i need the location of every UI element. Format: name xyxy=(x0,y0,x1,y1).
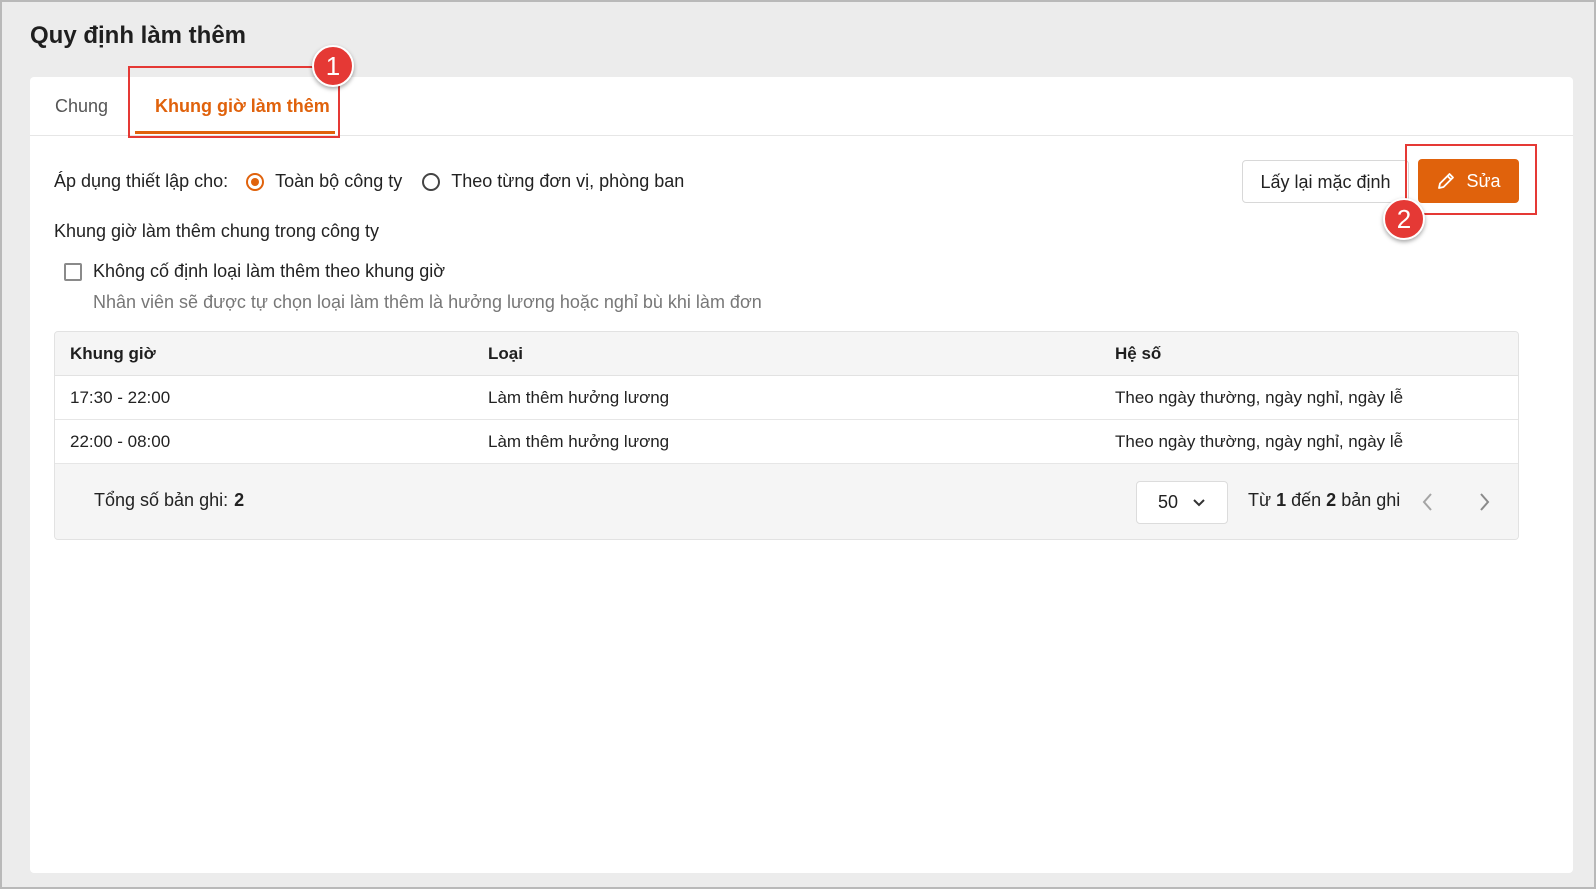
record-range: Từ 1 đến 2 bản ghi xyxy=(1248,490,1400,511)
chevron-right-icon[interactable] xyxy=(1479,492,1491,512)
chevron-left-icon[interactable] xyxy=(1421,492,1433,512)
fixed-type-checkbox-label[interactable]: Không cố định loại làm thêm theo khung g… xyxy=(93,261,445,282)
cell-time-frame: 17:30 - 22:00 xyxy=(70,388,171,407)
overtime-table: Khung giờ Loại Hệ số 17:30 - 22:00 Làm t… xyxy=(54,331,1519,540)
table-row[interactable]: 22:00 - 08:00 Làm thêm hưởng lương Theo … xyxy=(55,420,1518,464)
cell-coefficient: Theo ngày thường, ngày nghỉ, ngày lễ xyxy=(1115,432,1404,451)
section-title: Khung giờ làm thêm chung trong công ty xyxy=(54,221,379,241)
content-card: Chung Khung giờ làm thêm Áp dụng thiết l… xyxy=(30,77,1573,873)
range-mid: đến xyxy=(1291,490,1322,510)
reset-default-button[interactable]: Lấy lại mặc định xyxy=(1242,160,1409,203)
total-records: Tổng số bản ghi: 2 xyxy=(94,490,244,511)
total-records-value: 2 xyxy=(234,490,245,510)
table-header: Khung giờ Loại Hệ số xyxy=(55,332,1518,376)
checkbox-description: Nhân viên sẽ được tự chọn loại làm thêm … xyxy=(93,292,762,312)
cell-coefficient: Theo ngày thường, ngày nghỉ, ngày lễ xyxy=(1115,388,1404,407)
range-suffix: bản ghi xyxy=(1341,490,1401,510)
range-prefix: Từ xyxy=(1248,490,1272,510)
chevron-down-icon xyxy=(1193,498,1205,506)
apply-setting-row: Áp dụng thiết lập cho: Toàn bộ công ty T… xyxy=(54,171,704,192)
fixed-type-checkbox[interactable] xyxy=(64,262,82,281)
column-header-coefficient: Hệ số xyxy=(1115,344,1162,363)
page-title: Quy định làm thêm xyxy=(30,22,247,49)
annotation-box-tab xyxy=(128,66,340,138)
page-size-value: 50 xyxy=(1158,492,1179,512)
annotation-box-edit xyxy=(1405,144,1537,215)
column-header-time-frame: Khung giờ xyxy=(70,344,156,363)
page-size-select[interactable]: 50 xyxy=(1136,481,1228,524)
column-header-type: Loại xyxy=(488,344,523,363)
radio-by-department-label[interactable]: Theo từng đơn vị, phòng ban xyxy=(451,171,684,192)
range-to: 2 xyxy=(1326,490,1337,510)
range-from: 1 xyxy=(1276,490,1287,510)
apply-setting-label: Áp dụng thiết lập cho: xyxy=(54,171,229,191)
table-footer: Tổng số bản ghi: 2 50 Từ 1 đến 2 bản ghi xyxy=(55,465,1518,539)
radio-whole-company-label[interactable]: Toàn bộ công ty xyxy=(275,171,402,192)
annotation-marker-1: 1 xyxy=(312,45,354,87)
cell-type: Làm thêm hưởng lương xyxy=(488,388,670,407)
radio-by-department[interactable] xyxy=(422,172,441,191)
total-records-label: Tổng số bản ghi: xyxy=(94,490,229,510)
annotation-marker-2: 2 xyxy=(1383,198,1425,240)
tab-general[interactable]: Chung xyxy=(55,96,108,117)
table-row[interactable]: 17:30 - 22:00 Làm thêm hưởng lương Theo … xyxy=(55,376,1518,420)
cell-type: Làm thêm hưởng lương xyxy=(488,432,670,451)
radio-whole-company[interactable] xyxy=(246,172,265,191)
fixed-type-checkbox-row[interactable]: Không cố định loại làm thêm theo khung g… xyxy=(64,261,445,282)
cell-time-frame: 22:00 - 08:00 xyxy=(70,432,171,451)
